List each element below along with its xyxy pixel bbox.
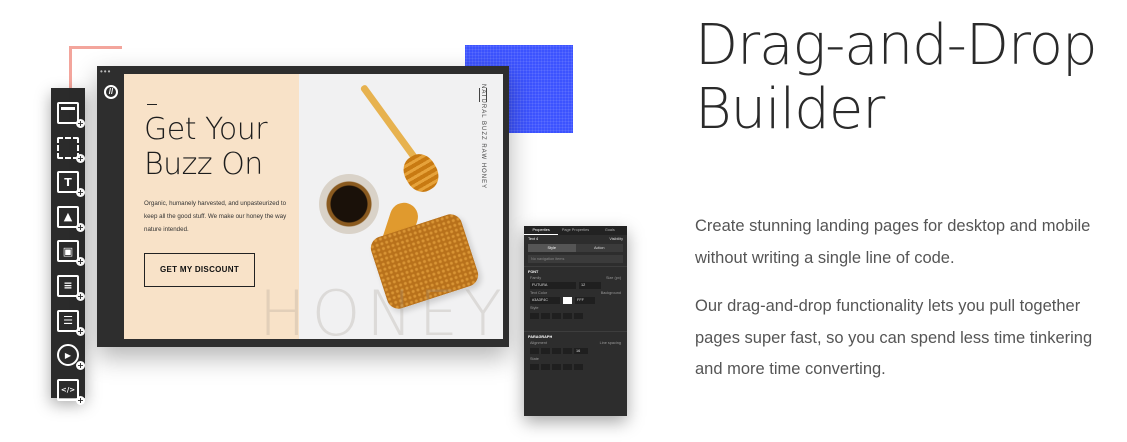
side-vertical-text: NATURAL BUZZ RAW HONEY bbox=[480, 84, 486, 190]
add-icon[interactable]: + bbox=[76, 153, 85, 163]
bold-button[interactable] bbox=[530, 313, 539, 319]
frame-sidebar: // bbox=[97, 74, 124, 339]
add-icon[interactable]: + bbox=[76, 188, 85, 198]
line-spacing-input[interactable]: 16 bbox=[574, 348, 588, 354]
builder-illustration: + + T + ▲ + ▣ + ≡ + ☰ + ▶ + </> + ••• // HONEY … bbox=[0, 0, 690, 442]
box-icon[interactable]: + bbox=[57, 136, 85, 163]
add-icon[interactable]: + bbox=[76, 291, 85, 301]
font-family-select[interactable]: FUTURA bbox=[530, 282, 576, 289]
background-swatch[interactable] bbox=[563, 297, 572, 304]
state-button-1[interactable] bbox=[530, 364, 539, 370]
add-icon[interactable]: + bbox=[76, 119, 85, 128]
accent-dash bbox=[147, 104, 157, 105]
background-color-input[interactable]: FFF bbox=[575, 297, 595, 304]
state-button-4[interactable] bbox=[563, 364, 572, 370]
paragraph-section-title[interactable]: PARAGRAPH bbox=[524, 331, 627, 340]
hero-body-text[interactable]: Organic, humanely harvested, and unpaste… bbox=[144, 197, 294, 236]
form-icon[interactable]: ≡ + bbox=[57, 274, 85, 301]
background-label: Background bbox=[600, 291, 621, 295]
style-action-tabs: Style Action bbox=[528, 244, 623, 252]
get-discount-button[interactable]: GET MY DISCOUNT bbox=[144, 253, 255, 287]
section-heading: Drag-and-Drop Builder bbox=[695, 13, 1098, 142]
state-buttons bbox=[524, 362, 627, 372]
add-icon[interactable]: + bbox=[76, 361, 85, 371]
list-icon[interactable]: ☰ + bbox=[57, 309, 85, 336]
intro-paragraph: Create stunning landing pages for deskto… bbox=[695, 217, 1091, 267]
tab-goals[interactable]: Goals bbox=[593, 226, 627, 235]
text-icon[interactable]: T + bbox=[57, 171, 85, 198]
video-icon[interactable]: ▶ + bbox=[57, 344, 85, 371]
honey-watermark: HONEY bbox=[259, 277, 503, 339]
strike-button[interactable] bbox=[563, 313, 572, 319]
italic-button[interactable] bbox=[541, 313, 550, 319]
style-buttons bbox=[524, 311, 627, 321]
tab-page-properties[interactable]: Page Properties bbox=[558, 226, 592, 235]
state-button-2[interactable] bbox=[541, 364, 550, 370]
state-button-3[interactable] bbox=[552, 364, 561, 370]
landing-page-preview[interactable]: HONEY Get Your Buzz On Organic, humanely… bbox=[124, 74, 503, 339]
add-icon[interactable]: + bbox=[76, 257, 85, 267]
detail-paragraph: Our drag-and-drop functionality lets you… bbox=[695, 297, 1093, 378]
add-icon[interactable]: + bbox=[76, 222, 85, 232]
alignment-buttons: 16 bbox=[524, 346, 627, 356]
builder-logo-icon[interactable]: // bbox=[104, 85, 118, 99]
add-icon[interactable]: + bbox=[76, 395, 85, 405]
element-toolbox: + + T + ▲ + ▣ + ≡ + ☰ + ▶ + </> + bbox=[51, 88, 85, 405]
caps-button[interactable] bbox=[574, 313, 583, 319]
align-right-button[interactable] bbox=[552, 348, 561, 354]
hero-title[interactable]: Get Your Buzz On bbox=[144, 112, 304, 182]
honey-dipper-head bbox=[397, 148, 445, 198]
align-left-button[interactable] bbox=[530, 348, 539, 354]
panel-tabs: Properties Page Properties Goals bbox=[524, 226, 627, 235]
family-label: Family bbox=[530, 276, 542, 280]
tab-style[interactable]: Style bbox=[528, 244, 576, 252]
text-color-input[interactable]: #3A3F4C bbox=[530, 297, 560, 304]
code-icon[interactable]: </> + bbox=[57, 378, 85, 405]
add-icon[interactable]: + bbox=[76, 326, 85, 336]
element-header: Text 4 Visibility bbox=[524, 235, 627, 243]
button-icon[interactable]: ▣ + bbox=[57, 240, 85, 267]
properties-panel: Properties Page Properties Goals Text 4 … bbox=[524, 226, 627, 416]
alignment-label: Alignment bbox=[530, 341, 547, 345]
font-size-input[interactable]: 12 bbox=[579, 282, 601, 289]
line-spacing-label: Line spacing bbox=[599, 341, 621, 345]
align-center-button[interactable] bbox=[541, 348, 550, 354]
tab-properties[interactable]: Properties bbox=[524, 226, 559, 235]
font-fields: FUTURA 12 bbox=[524, 281, 627, 290]
state-button-5[interactable] bbox=[574, 364, 583, 370]
size-label: Size (px) bbox=[606, 276, 621, 280]
align-justify-button[interactable] bbox=[563, 348, 572, 354]
color-fields: #3A3F4C FFF bbox=[524, 296, 627, 305]
element-name: Text 4 bbox=[528, 237, 539, 241]
canvas-frame: ••• // HONEY Get Your Buzz On Organic, h… bbox=[97, 66, 509, 347]
underline-button[interactable] bbox=[552, 313, 561, 319]
visibility-toggle[interactable]: Visibility bbox=[609, 237, 623, 241]
navigation-field[interactable]: No navigation items bbox=[528, 255, 623, 263]
image-icon[interactable]: ▲ + bbox=[57, 205, 85, 232]
tab-action[interactable]: Action bbox=[575, 244, 623, 252]
font-section-title[interactable]: FONT bbox=[524, 266, 627, 275]
text-color-label: Text Color bbox=[530, 291, 548, 295]
honey-jar bbox=[319, 174, 379, 234]
section-icon[interactable]: + bbox=[57, 102, 85, 128]
